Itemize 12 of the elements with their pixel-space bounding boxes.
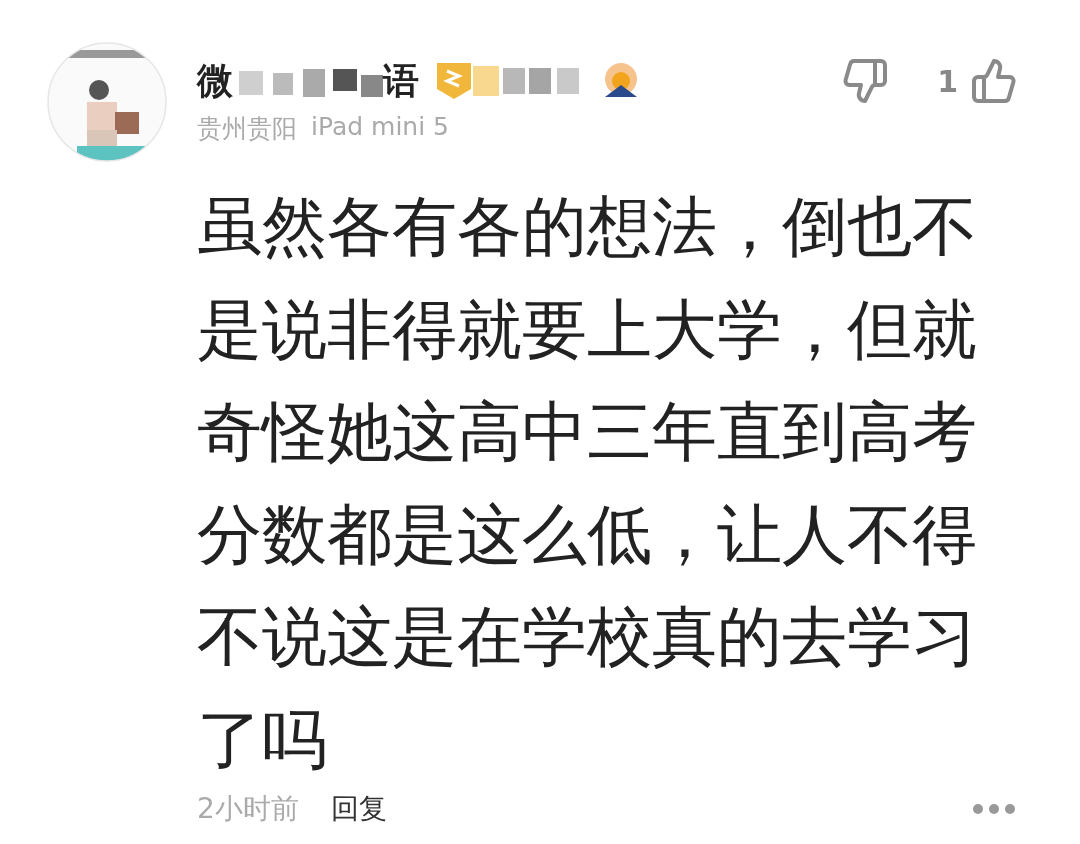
more-icon[interactable]: [972, 803, 1016, 815]
like-count: 1: [937, 63, 958, 99]
comment-text: 虽然各有各的想法，倒也不是说非得就要上大学，但就奇怪她这高中三年直到高考分数都是这么低，让人不得不说这是在学校真的去学习了吗: [197, 188, 978, 779]
thumbs-up-icon[interactable]: [970, 57, 1018, 105]
thumbs-down-icon[interactable]: [841, 57, 890, 105]
device-text: iPad mini 5: [311, 112, 449, 143]
username[interactable]: 微: [197, 56, 233, 106]
timestamp: 2小时前: [197, 791, 299, 827]
level-badge-icon: [435, 61, 473, 101]
reply-link[interactable]: 回复: [330, 790, 387, 828]
location-text: 贵州贵阳: [197, 113, 297, 145]
username[interactable]: 语: [383, 56, 419, 106]
